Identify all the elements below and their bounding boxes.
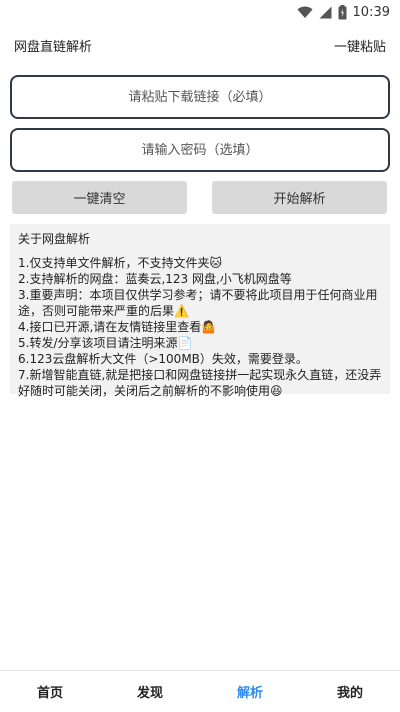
info-line: 6.123云盘解析大文件（>100MB）失效，需要登录。 xyxy=(18,352,308,366)
status-bar: 10:39 xyxy=(0,0,400,24)
link-field[interactable] xyxy=(10,75,390,119)
page-title: 网盘直链解析 xyxy=(14,39,93,55)
wifi-icon xyxy=(297,6,313,19)
link-input[interactable] xyxy=(12,77,388,117)
info-line: 5.转发/分享该项目请注明来源📄 xyxy=(18,336,193,350)
info-line: 1.仅支持单文件解析，不支持文件夹🐱 xyxy=(18,256,222,270)
status-time: 10:39 xyxy=(352,4,390,20)
tab-mine[interactable]: 我的 xyxy=(300,682,400,701)
tab-discover[interactable]: 发现 xyxy=(100,682,200,701)
tab-home[interactable]: 首页 xyxy=(0,682,100,701)
info-line: 4.接口已开源,请在友情链接里查看🤷 xyxy=(18,320,217,334)
password-input[interactable] xyxy=(12,130,388,170)
info-panel: 关于网盘解析 1.仅支持单文件解析，不支持文件夹🐱 2.支持解析的网盘：蓝奏云,… xyxy=(10,224,390,398)
clear-button[interactable]: 一键清空 xyxy=(12,181,187,214)
info-line: 7.新增智能直链,就是把接口和网盘链接拼一起实现永久直链，还没弄好随时可能关闭，… xyxy=(18,368,382,398)
info-line: 3.重要声明：本项目仅供学习参考；请不要将此项目用于任何商业用途，否则可能带来严… xyxy=(18,288,378,318)
password-field[interactable] xyxy=(10,128,390,172)
parse-button[interactable]: 开始解析 xyxy=(212,181,387,214)
bottom-tab-bar: 首页 发现 解析 我的 xyxy=(0,670,400,712)
tab-parse[interactable]: 解析 xyxy=(200,682,300,701)
signal-icon xyxy=(319,6,332,19)
app-header: 网盘直链解析 一键粘贴 xyxy=(0,28,400,62)
info-title: 关于网盘解析 xyxy=(18,232,91,246)
paste-button[interactable]: 一键粘贴 xyxy=(334,36,386,55)
battery-icon xyxy=(338,4,347,20)
info-line: 2.支持解析的网盘：蓝奏云,123 网盘,小飞机网盘等 xyxy=(18,272,292,286)
